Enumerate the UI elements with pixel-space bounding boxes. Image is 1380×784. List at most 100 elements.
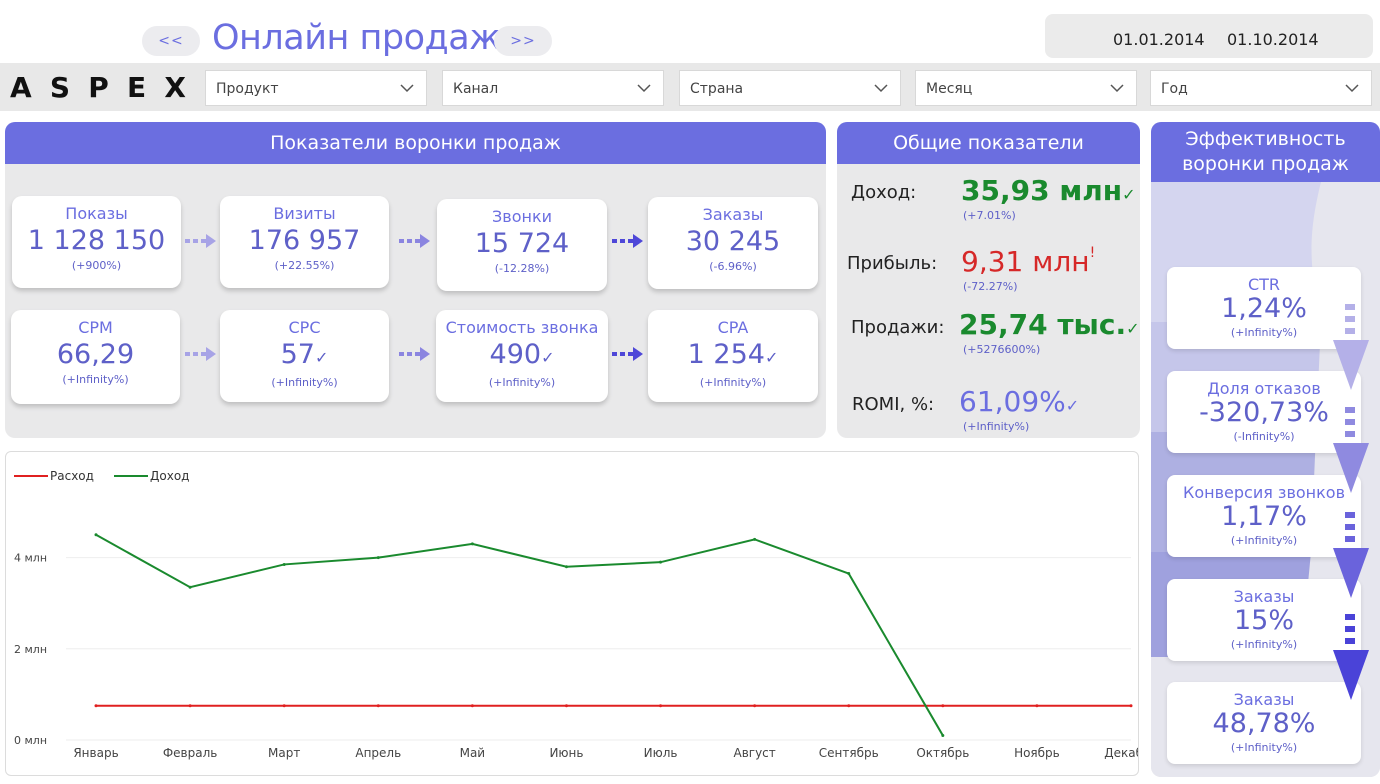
data-point (753, 537, 757, 541)
svg-text:ASPEX: ASPEX (10, 73, 188, 101)
income-expense-chart: 0 млн 2 млн 4 млн Январь Февраль Март Апрель Ма… (5, 451, 1158, 776)
date-range[interactable]: 01.01.2014 01.10.2014 (1045, 14, 1373, 58)
card-change: (+Infinity%) (271, 376, 338, 389)
x-tick-label: Ноябрь (1014, 746, 1060, 760)
romi-value: 61,09%✓ (959, 385, 1080, 418)
chevron-down-icon (874, 84, 888, 93)
data-point (470, 542, 474, 546)
x-tick-label: Декабрь (1104, 746, 1138, 760)
filter-label: Канал (453, 81, 499, 97)
card-value: 176 957 (248, 225, 361, 256)
data-point (564, 704, 568, 708)
y-tick-label: 0 млн (14, 734, 47, 747)
arrow-right-icon (612, 347, 643, 361)
filter-bar: ASPEX Продукт Канал Страна Месяц Год (0, 63, 1380, 111)
card-change: (+Infinity%) (699, 376, 767, 389)
card-value: 1 128 150 (27, 225, 166, 256)
data-point (941, 704, 945, 708)
check-icon: ✓ (764, 348, 779, 367)
chevron-down-icon (1345, 84, 1359, 93)
arrow-right-icon (399, 234, 430, 248)
data-point (941, 733, 945, 737)
card-visits[interactable]: Визиты 176 957 (+22.55%) (220, 196, 389, 288)
romi-label: ROMI, %: (852, 394, 935, 415)
filter-label: Год (1161, 81, 1188, 97)
sales-value: 25,74 тыс.✓ (959, 308, 1140, 341)
x-tick-label: Октябрь (916, 746, 969, 760)
card-impressions[interactable]: Показы 1 128 150 (+900%) (12, 196, 181, 288)
efficiency-panel: Эффективность воронки продаж CTR 1,24% (… (1151, 122, 1380, 777)
check-icon: ✓ (1065, 396, 1080, 415)
card-calls[interactable]: Звонки 15 724 (-12.28%) (437, 199, 607, 291)
card-call-cost[interactable]: Стоимость звонка 490✓ (+Infinity%) (436, 310, 608, 402)
x-tick-label: Апрель (355, 746, 401, 760)
card-label: CTR (1247, 275, 1281, 294)
next-button[interactable]: >> (494, 26, 552, 56)
filter-month[interactable]: Месяц (915, 70, 1137, 106)
data-point (188, 585, 192, 589)
card-label: Заказы (702, 205, 764, 224)
general-panel: Общие показатели Доход: 35,93 млн✓ (+7.0… (837, 122, 1140, 438)
card-change: (-12.28%) (494, 262, 550, 275)
x-tick-label: Июнь (549, 746, 583, 760)
x-tick-label: Январь (73, 746, 118, 760)
data-point (847, 572, 851, 576)
data-point (376, 704, 380, 708)
line-chart: 0 млн 2 млн 4 млн Январь Февраль Март Апрель Ма… (14, 469, 1158, 760)
card-value: 15 724 (474, 228, 570, 259)
x-tick-label: Август (733, 746, 775, 760)
data-point (282, 704, 286, 708)
prev-button[interactable]: << (142, 26, 200, 56)
filter-label: Месяц (926, 81, 973, 97)
sales-change: (+5276600%) (963, 343, 1041, 356)
date-to[interactable]: 01.10.2014 (1227, 30, 1319, 49)
filter-product[interactable]: Продукт (205, 70, 427, 106)
card-orders[interactable]: Заказы 30 245 (-6.96%) (648, 197, 818, 289)
profit-change: (-72.27%) (963, 280, 1018, 293)
date-from[interactable]: 01.01.2014 (1113, 30, 1205, 49)
card-value: 30 245 (685, 226, 781, 257)
x-tick-label: Март (268, 746, 300, 760)
filter-label: Продукт (216, 81, 279, 97)
card-change: (+Infinity%) (62, 373, 129, 386)
data-point (376, 556, 380, 560)
data-point (659, 704, 663, 708)
arrow-right-icon (399, 347, 430, 361)
data-point (470, 704, 474, 708)
card-label: Звонки (492, 207, 552, 226)
card-label: Показы (65, 204, 128, 223)
check-icon: ✓ (1122, 185, 1136, 204)
filter-label: Страна (690, 81, 744, 97)
card-cpc[interactable]: CPC 57✓ (+Infinity%) (220, 310, 389, 402)
general-panel-title: Общие показатели (837, 122, 1140, 164)
profit-value: 9,31 млн! (961, 245, 1096, 278)
y-tick-label: 4 млн (14, 552, 47, 565)
card-value-text: 57 (280, 339, 315, 370)
card-value-text: 490 (489, 339, 542, 370)
card-change: (+22.55%) (274, 259, 335, 272)
arrow-right-icon (185, 347, 216, 361)
card-value: 1 254✓ (648, 339, 818, 374)
card-value-text: 1 254 (687, 339, 765, 370)
card-cpa[interactable]: CPA 1 254✓ (+Infinity%) (648, 310, 818, 402)
filter-country[interactable]: Страна (679, 70, 901, 106)
arrow-down-icon (1333, 304, 1369, 390)
card-value: 66,29 (56, 339, 135, 370)
data-point (188, 704, 192, 708)
filter-year[interactable]: Год (1150, 70, 1372, 106)
aspex-logo: ASPEX (10, 73, 188, 101)
data-point (1035, 704, 1039, 708)
arrow-down-icon (1333, 614, 1369, 700)
legend-label: Расход (50, 469, 94, 483)
card-cpm[interactable]: CPM 66,29 (+Infinity%) (11, 310, 180, 404)
income-change: (+7.01%) (963, 209, 1016, 222)
chevron-down-icon (637, 84, 651, 93)
card-label: CPC (288, 318, 321, 337)
sales-label: Продажи: (851, 317, 945, 338)
card-label: CPA (717, 318, 749, 337)
data-point (282, 562, 286, 566)
x-tick-label: Февраль (163, 746, 218, 760)
legend-label: Доход (150, 469, 189, 483)
filter-channel[interactable]: Канал (442, 70, 664, 106)
arrow-right-icon (612, 234, 643, 248)
